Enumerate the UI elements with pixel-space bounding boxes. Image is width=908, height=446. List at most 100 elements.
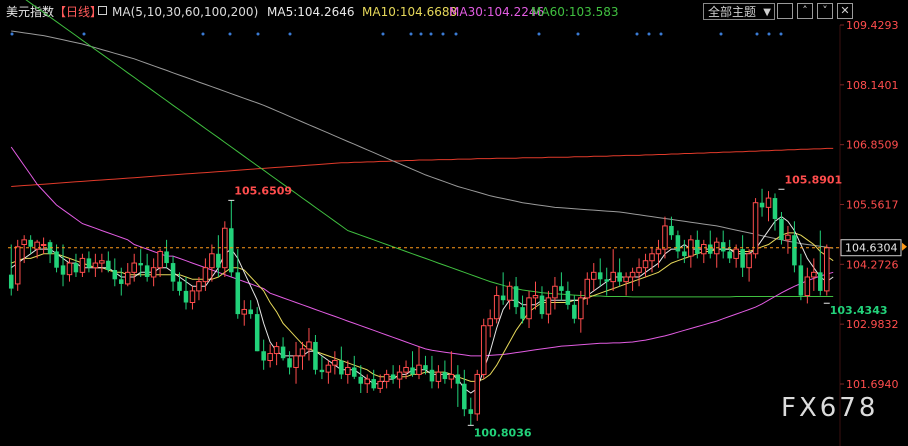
candle-body bbox=[254, 314, 260, 352]
candle-body bbox=[170, 263, 176, 282]
candle-body bbox=[267, 353, 273, 362]
candle-body bbox=[313, 341, 318, 370]
candle-body bbox=[306, 341, 312, 350]
candle bbox=[590, 263, 597, 291]
candle-body bbox=[390, 374, 396, 380]
price-annotation: 100.8036 bbox=[474, 426, 532, 439]
candle-body bbox=[468, 409, 474, 414]
candle bbox=[798, 253, 804, 301]
candle bbox=[779, 212, 784, 245]
candle-body bbox=[54, 251, 59, 268]
candle-body bbox=[636, 267, 642, 273]
candle-body bbox=[779, 218, 784, 240]
candle-body bbox=[487, 318, 493, 327]
candle bbox=[682, 239, 687, 264]
y-tick-label: 104.2726 bbox=[846, 258, 899, 271]
candle-body bbox=[429, 369, 435, 382]
candle-body bbox=[578, 297, 584, 320]
candle bbox=[487, 309, 493, 338]
candle bbox=[273, 341, 280, 366]
candle-body bbox=[339, 360, 344, 375]
y-tick-label: 106.8509 bbox=[846, 139, 899, 152]
candle-body bbox=[345, 366, 351, 375]
candle-body bbox=[377, 380, 383, 389]
candle bbox=[480, 318, 487, 380]
event-marker-icon bbox=[256, 32, 260, 36]
candle bbox=[358, 365, 364, 394]
candle-body bbox=[273, 346, 280, 355]
candle-body bbox=[733, 248, 739, 259]
event-marker-icon bbox=[288, 32, 292, 36]
candle-body bbox=[823, 247, 830, 292]
candle-body bbox=[8, 274, 14, 289]
event-marker-icon bbox=[719, 32, 723, 36]
candle-body bbox=[695, 239, 700, 254]
candle-body bbox=[682, 251, 687, 257]
candle bbox=[513, 276, 519, 315]
candle bbox=[325, 360, 332, 384]
candle bbox=[8, 244, 14, 296]
event-marker-icon bbox=[409, 32, 413, 36]
candle bbox=[617, 258, 622, 287]
candle bbox=[655, 239, 662, 268]
candle bbox=[248, 300, 253, 319]
candle bbox=[183, 276, 189, 310]
event-marker-icon bbox=[647, 32, 651, 36]
candle bbox=[707, 230, 713, 259]
candle bbox=[578, 290, 584, 333]
candle bbox=[500, 272, 506, 305]
candle-body bbox=[364, 378, 370, 385]
candle bbox=[713, 237, 720, 268]
event-marker-icon bbox=[779, 32, 783, 36]
candle bbox=[261, 339, 266, 370]
candle bbox=[526, 290, 532, 329]
candle-body bbox=[66, 262, 73, 276]
candle bbox=[157, 249, 163, 277]
candle bbox=[79, 253, 86, 277]
candle bbox=[390, 365, 396, 384]
candle bbox=[629, 267, 636, 291]
ma-line-ma200 bbox=[11, 147, 834, 187]
candle-body bbox=[196, 281, 202, 292]
candle-body bbox=[358, 376, 364, 384]
candle bbox=[287, 351, 292, 375]
candle-body bbox=[455, 374, 461, 384]
candle-body bbox=[119, 279, 124, 284]
y-tick-label: 108.1401 bbox=[846, 79, 899, 92]
candle bbox=[150, 258, 157, 287]
candle bbox=[623, 272, 629, 296]
candle-body bbox=[60, 265, 66, 275]
candle bbox=[416, 346, 422, 380]
event-marker-icon bbox=[82, 32, 86, 36]
candle bbox=[823, 244, 830, 296]
candle-body bbox=[675, 235, 681, 252]
candle bbox=[47, 239, 53, 264]
candle bbox=[746, 249, 752, 282]
candle-body bbox=[792, 235, 797, 266]
event-marker-icon bbox=[537, 32, 541, 36]
current-price-arrow-icon bbox=[902, 242, 907, 251]
candle-body bbox=[701, 243, 707, 255]
candlestick-chart[interactable]: 109.4293 108.1401 106.8509 105.5617 104.2726… bbox=[0, 0, 908, 446]
candle-body bbox=[597, 272, 603, 280]
candle bbox=[468, 397, 474, 426]
ma-line-ma100 bbox=[11, 30, 834, 249]
event-marker-icon bbox=[659, 32, 663, 36]
candle bbox=[410, 351, 415, 377]
candle-body bbox=[319, 369, 325, 373]
candle bbox=[313, 334, 318, 375]
candle bbox=[86, 251, 92, 273]
candle bbox=[170, 256, 176, 291]
candle bbox=[40, 237, 47, 254]
candle bbox=[688, 235, 694, 268]
candle-body bbox=[164, 251, 169, 264]
watermark: FX678 bbox=[781, 393, 879, 423]
event-marker-icon bbox=[755, 32, 759, 36]
candle-body bbox=[772, 198, 778, 219]
candle-body bbox=[662, 225, 668, 250]
candle-body bbox=[655, 248, 662, 255]
candle-body bbox=[299, 348, 306, 357]
candle bbox=[364, 374, 370, 394]
event-marker-icon bbox=[201, 32, 205, 36]
candle-body bbox=[727, 251, 732, 259]
